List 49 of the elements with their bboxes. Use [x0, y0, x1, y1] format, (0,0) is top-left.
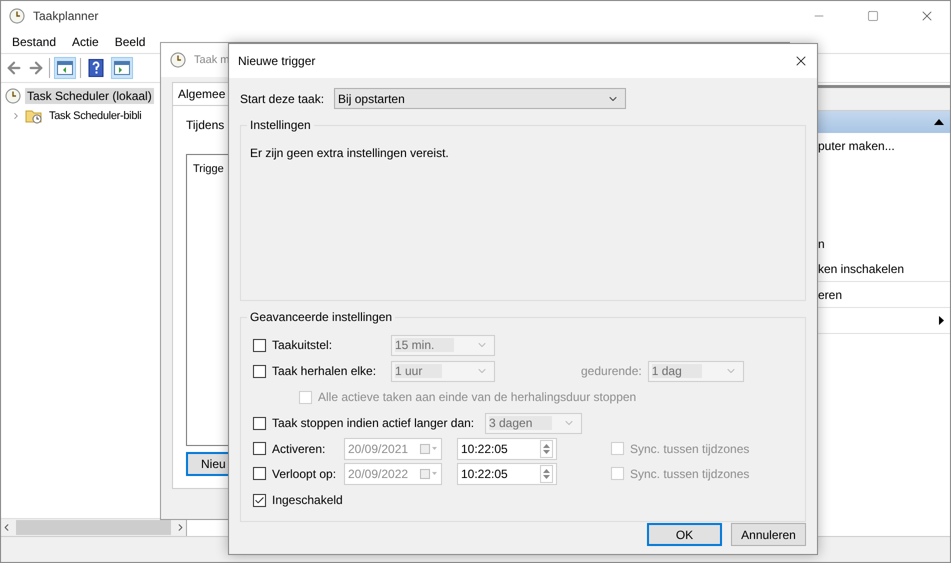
checkbox[interactable]: [253, 338, 266, 352]
spinner-icon[interactable]: [540, 440, 553, 458]
checkbox[interactable]: [253, 416, 266, 430]
tree-item[interactable]: Task Scheduler-bibli: [47, 109, 144, 123]
calendar-icon: [420, 444, 438, 454]
maximize-icon[interactable]: [867, 10, 879, 22]
horizontal-scrollbar[interactable]: [1, 518, 186, 536]
clock-icon: [5, 88, 21, 104]
time-field[interactable]: 10:22:05: [457, 438, 557, 460]
action-item[interactable]: n: [818, 236, 825, 250]
dialog-title: Nieuwe trigger: [238, 54, 316, 68]
calendar-icon: [420, 468, 438, 478]
spinner-icon[interactable]: [540, 464, 553, 482]
action-item[interactable]: puter maken...: [818, 138, 895, 152]
time-field[interactable]: 10:22:05: [457, 462, 557, 484]
dialog-button[interactable]: OK: [647, 523, 722, 546]
tree-item[interactable]: Task Scheduler (lokaal): [25, 88, 154, 104]
group-title: Instellingen: [247, 118, 314, 132]
menu-item[interactable]: Beeld: [106, 35, 154, 49]
dialog-window: Nieuwe trigger Start deze taak: Bij opstarten Instellingen Er zijn geen extra instellingen vereist. Geavanceerde instellingen Taakuitstel: 15 min. Taak herhalen elke: 1 uur gedurende: 1 dag Alle actieve taken aan einde van de herhalingsduur stoppen Taak stoppen indien actief langer dan: 3 dagen Activeren: 20/09/2021 10:22:05 Sync. tussen tijdzones Verloopt op: 20/09/2022 10:22:05 Sync. tussen tijdzones Ingeschakeld OK Annuleren: [228, 43, 818, 555]
checkbox[interactable]: [253, 494, 266, 506]
duration-dropdown[interactable]: 1 dag: [648, 360, 744, 382]
window-title: Taakplanner: [33, 9, 100, 23]
checkbox[interactable]: [253, 364, 266, 378]
folder-icon: [25, 108, 43, 124]
stop-dropdown[interactable]: 3 dagen: [485, 412, 582, 434]
delay-dropdown[interactable]: 15 min.: [391, 334, 495, 356]
pane-icon[interactable]: [111, 57, 133, 79]
action-item[interactable]: eren: [818, 288, 842, 302]
menu-item[interactable]: Actie: [64, 35, 107, 49]
collapse-icon[interactable]: [934, 119, 944, 125]
menu-item[interactable]: Bestand: [4, 35, 64, 49]
section-label: Tijdens: [186, 118, 224, 132]
submenu-arrow-icon[interactable]: [939, 316, 944, 325]
column-header: Trigge: [193, 163, 224, 175]
start-task-dropdown[interactable]: Bij opstarten: [334, 88, 626, 109]
clock-icon: [170, 52, 186, 68]
app-icon: [9, 8, 25, 24]
dialog-button[interactable]: Annuleren: [731, 523, 806, 546]
group-title: Geavanceerde instellingen: [247, 310, 396, 324]
back-icon[interactable]: [5, 59, 23, 77]
action-item[interactable]: ken inschakelen: [818, 262, 904, 276]
checkmark-icon: [254, 494, 265, 506]
checkbox[interactable]: [253, 442, 266, 455]
repeat-dropdown[interactable]: 1 uur: [391, 360, 495, 382]
info-text: Er zijn geen extra instellingen vereist.: [250, 146, 449, 160]
checkbox[interactable]: [253, 467, 266, 480]
pane-icon[interactable]: [54, 57, 76, 79]
forward-icon[interactable]: [27, 59, 45, 77]
